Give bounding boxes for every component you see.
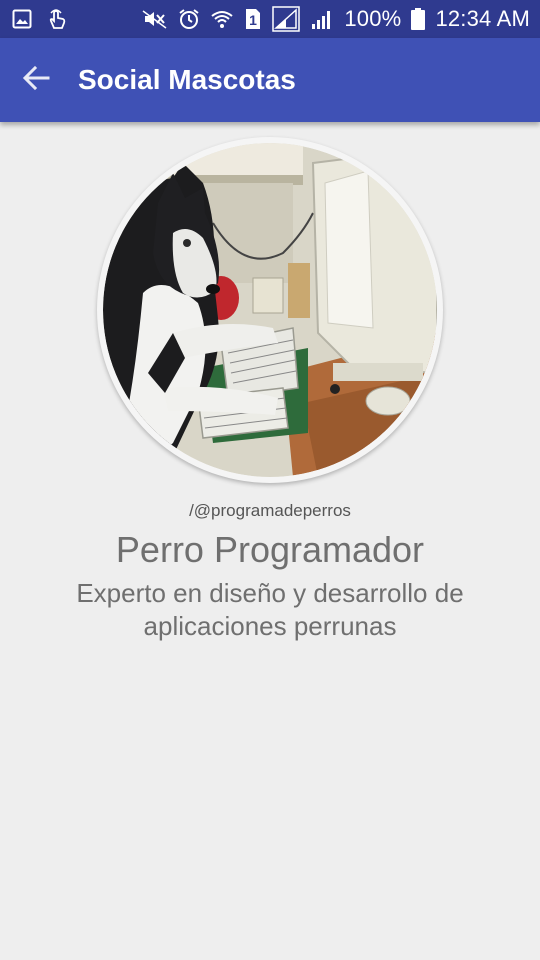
status-bar: 1 100% 12:34 AM [0,0,540,38]
app-title: Social Mascotas [78,64,296,95]
battery-icon [411,8,426,30]
gallery-icon [12,8,32,30]
profile-name: Perro Programador [115,529,425,570]
sim-slot-number: 1 [249,12,257,28]
status-left [12,8,68,30]
dog-programmer-photo [103,143,437,477]
arrow-back-icon [22,64,50,97]
battery-percent: 100% [344,6,402,31]
clock: 12:34 AM [435,6,530,31]
signal-icon [310,8,334,30]
mute-icon [142,8,168,30]
avatar [97,137,443,483]
profile-bio: Experto en diseño y desarrollo de aplica… [76,578,464,641]
signal-icon [272,6,301,32]
app-bar: Social Mascotas [0,38,540,122]
status-right: 1 100% 12:34 AM [142,6,530,32]
alarm-icon [178,8,200,30]
wifi-icon [210,8,234,30]
profile-handle: /@programadeperros [189,501,351,520]
back-button[interactable] [0,38,72,122]
touch-icon [46,8,68,30]
sim-icon: 1 [244,8,262,30]
